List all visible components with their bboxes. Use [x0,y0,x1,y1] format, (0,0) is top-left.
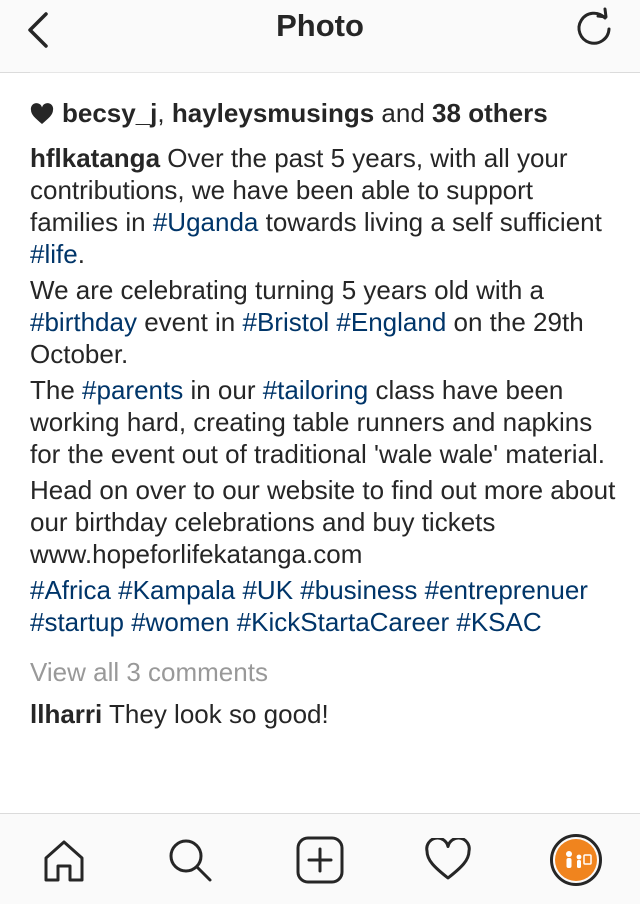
caption-text: in our [183,375,263,405]
tab-activity[interactable] [420,832,476,888]
hashtag-link[interactable]: #KickStartaCareer [237,607,449,637]
hashtag-link[interactable]: #Africa [30,575,111,605]
caption-paragraph: Head on over to our website to find out … [30,474,620,570]
page-title: Photo [276,8,364,43]
tab-home[interactable] [36,832,92,888]
comment-item: llharri They look so good! [30,698,620,730]
hashtag-link[interactable]: #entreprenuer [425,575,588,605]
caption-text: towards living a self sufficient [258,207,602,237]
divider [30,72,610,76]
like-user-1[interactable]: becsy_j [62,97,157,129]
caption-text [229,607,236,637]
tab-profile[interactable] [548,832,604,888]
caption-paragraph: We are celebrating turning 5 years old w… [30,274,620,370]
new-post-icon [296,836,344,884]
hashtag-link[interactable]: #life [30,239,78,269]
hashtag-link[interactable]: #Uganda [153,207,259,237]
heart-filled-icon [30,103,54,124]
comment-username[interactable]: llharri [30,699,102,729]
hashtag-link[interactable]: #parents [82,375,183,405]
caption-text [417,575,424,605]
hashtag-link[interactable]: #Bristol [242,307,329,337]
caption-text: . [77,239,85,269]
hashtag-link[interactable]: #UK [242,575,293,605]
like-user-2[interactable]: hayleysmusings [172,97,374,129]
post-details: becsy_j, hayleysmusings and 38 others hf… [30,94,620,730]
tab-bar [0,813,640,904]
avatar-image [555,839,597,881]
tab-search[interactable] [162,832,218,888]
caption-paragraph: hflkatanga Over the past 5 years, with a… [30,142,620,270]
likes-others-link[interactable]: 38 others [432,97,548,129]
caption-text: Head on over to our website to find out … [30,475,616,569]
likes-and-text: and [381,98,425,128]
search-icon [169,839,212,882]
hashtag-link[interactable]: #KSAC [456,607,541,637]
hashtag-link[interactable]: #startup [30,607,124,637]
caption-text: The [30,375,83,405]
hashtag-link[interactable]: #Kampala [118,575,235,605]
caption-paragraph: The #parents in our #tailoring class hav… [30,374,620,470]
hashtag-link[interactable]: #birthday [30,307,137,337]
nav-bar: Photo [0,0,640,73]
caption: hflkatanga Over the past 5 years, with a… [30,142,620,638]
likes-row[interactable]: becsy_j, hayleysmusings and 38 others [30,94,620,132]
caption-paragraph: #Africa #Kampala #UK #business #entrepre… [30,574,620,638]
hashtag-link[interactable]: #women [131,607,229,637]
avatar [550,834,602,886]
refresh-button[interactable] [572,6,616,50]
hashtag-link[interactable]: #England [336,307,446,337]
tab-new-post[interactable] [292,832,348,888]
caption-text: event in [136,307,243,337]
comment-text: They look so good! [109,699,329,729]
hashtag-link[interactable]: #tailoring [263,375,369,405]
caption-username[interactable]: hflkatanga [30,143,160,173]
family-logo-icon [566,851,592,868]
hashtag-link[interactable]: #business [300,575,417,605]
refresh-icon [577,7,611,45]
likes-separator: , [157,98,165,128]
home-icon [44,840,84,882]
view-all-comments-link[interactable]: View all 3 comments [30,656,620,694]
activity-heart-icon [425,838,471,880]
caption-text: We are celebrating turning 5 years old w… [30,275,545,305]
